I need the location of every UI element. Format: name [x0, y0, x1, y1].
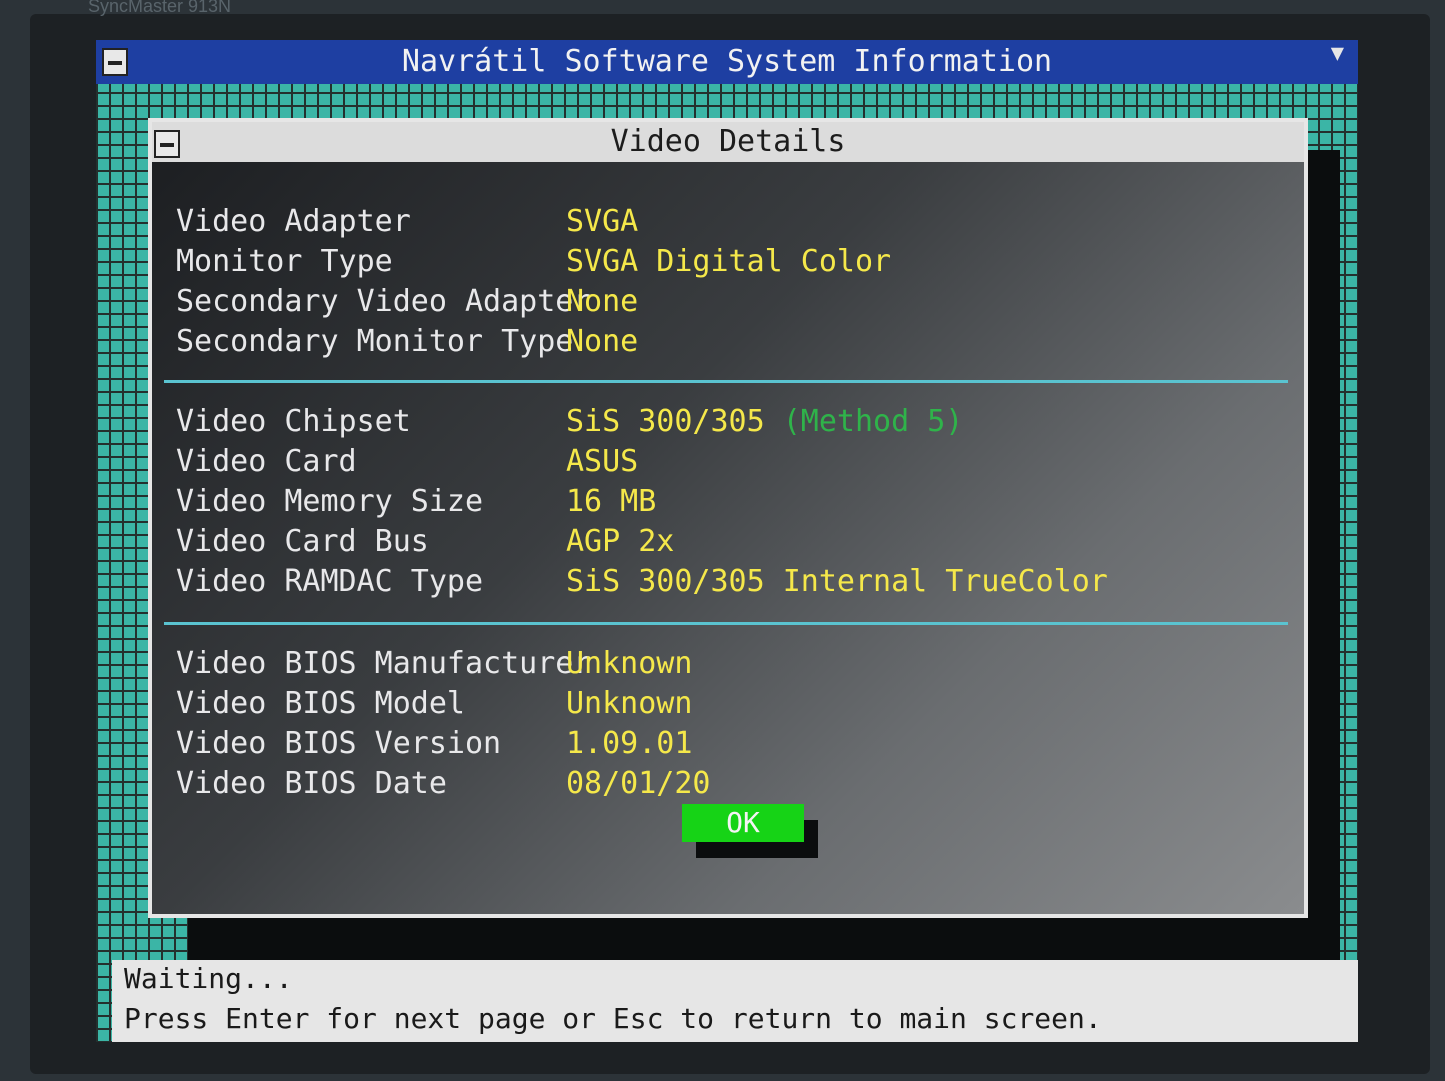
info-row-video-bios-model: Video BIOS Model Unknown [176, 684, 692, 724]
status-line-help: Press Enter for next page or Esc to retu… [124, 1002, 1102, 1035]
info-label: Secondary Video Adapter [176, 284, 592, 319]
info-row-video-chipset: Video Chipset SiS 300/305 (Method 5) [176, 402, 963, 442]
dialog-title-bar: Video Details [152, 122, 1304, 162]
info-label: Video Card [176, 444, 357, 479]
info-value: Unknown [566, 686, 693, 721]
info-label: Video Adapter [176, 204, 411, 239]
info-label: Monitor Type [176, 244, 393, 279]
info-row-video-bios-date: Video BIOS Date 08/01/20 [176, 764, 711, 804]
window-control-menu-icon[interactable] [102, 48, 128, 76]
info-value: 08/01/20 [566, 766, 711, 801]
info-value: None [566, 324, 639, 359]
info-value: None [566, 284, 639, 319]
info-label: Video RAMDAC Type [176, 564, 484, 599]
info-row-video-card: Video Card ASUS [176, 442, 638, 482]
info-value: SiS 300/305 Internal TrueColor [566, 564, 1108, 599]
info-row-monitor-type: Monitor Type SVGA Digital Color [176, 242, 891, 282]
status-bar: Waiting... Press Enter for next page or … [112, 960, 1358, 1042]
screen: Navrátil Software System Information ▼ V… [96, 40, 1358, 1042]
info-value: 1.09.01 [566, 726, 693, 761]
info-row-video-card-bus: Video Card Bus AGP 2x [176, 522, 674, 562]
info-value: AGP 2x [566, 524, 675, 559]
info-row-video-memory-size: Video Memory Size 16 MB [176, 482, 656, 522]
dialog-title: Video Details [610, 124, 846, 159]
info-value: SVGA [566, 204, 639, 239]
info-value: SVGA Digital Color [566, 244, 892, 279]
info-label: Video Card Bus [176, 524, 429, 559]
section-divider [164, 380, 1288, 383]
info-label: Video BIOS Model [176, 686, 465, 721]
video-details-dialog: Video Details Video Adapter SVGA Monitor … [148, 118, 1308, 918]
ok-button[interactable]: OK [682, 804, 804, 842]
info-value: SiS 300/305 [566, 404, 765, 439]
info-label: Video BIOS Version [176, 726, 502, 761]
info-label: Video Memory Size [176, 484, 484, 519]
info-row-video-bios-manufacturer: Video BIOS ManufacturerUnknown [176, 644, 692, 684]
info-row-secondary-video-adapter: Secondary Video AdapterNone [176, 282, 638, 322]
info-label: Video Chipset [176, 404, 411, 439]
info-row-video-ramdac-type: Video RAMDAC Type SiS 300/305 Internal Tr… [176, 562, 1108, 602]
info-value: Unknown [566, 646, 693, 681]
info-note: (Method 5) [782, 404, 964, 439]
info-label: Video BIOS Date [176, 766, 447, 801]
scroll-down-icon[interactable]: ▼ [1331, 40, 1344, 68]
info-label: Video BIOS Manufacturer [176, 646, 592, 681]
info-row-secondary-monitor-type: Secondary Monitor TypeNone [176, 322, 638, 362]
window-title-bar: Navrátil Software System Information ▼ [96, 40, 1358, 84]
info-label: Secondary Monitor Type [176, 324, 574, 359]
dialog-control-menu-icon[interactable] [154, 130, 180, 158]
section-divider [164, 622, 1288, 625]
dialog-body: Video Adapter SVGA Monitor Type SVGA Digit… [152, 162, 1304, 914]
info-row-video-adapter: Video Adapter SVGA [176, 202, 638, 242]
info-row-video-bios-version: Video BIOS Version 1.09.01 [176, 724, 692, 764]
status-line-waiting: Waiting... [124, 962, 293, 995]
info-value: 16 MB [566, 484, 657, 519]
info-value: ASUS [566, 444, 639, 479]
monitor-model-label: SyncMaster 913N [88, 0, 232, 16]
window-title: Navrátil Software System Information [401, 44, 1053, 79]
